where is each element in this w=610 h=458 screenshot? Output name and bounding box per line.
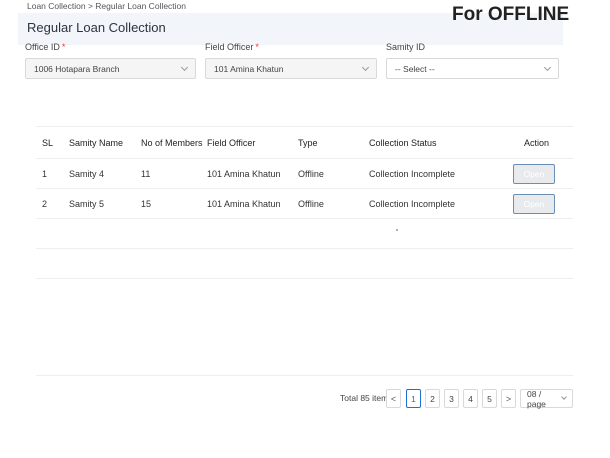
empty-row — [36, 249, 573, 279]
samity-id-label: Samity ID — [386, 42, 425, 52]
cell-samity-name: Samity 5 — [69, 198, 105, 209]
next-page-button[interactable]: > — [501, 389, 516, 408]
office-id-label-text: Office ID — [25, 42, 60, 52]
page-1-button[interactable]: 1 — [406, 389, 421, 408]
cell-collection-status: Collection Incomplete — [369, 168, 456, 179]
page-4-button[interactable]: 4 — [463, 389, 478, 408]
chevron-down-icon — [180, 63, 189, 71]
office-id-select[interactable]: 1006 Hotapara Branch — [25, 58, 196, 79]
samity-id-label-text: Samity ID — [386, 42, 426, 52]
mode-banner: For OFFLINE — [452, 4, 570, 25]
header-samity-name: Samity Name — [69, 137, 124, 148]
header-action: Action — [524, 137, 550, 148]
cell-field-officer: 101 Amina Khatun — [207, 198, 281, 209]
office-id-label: Office ID * — [25, 42, 65, 52]
cell-sl: 1 — [42, 168, 48, 179]
open-button[interactable]: Open — [513, 193, 555, 214]
page-size-select[interactable]: 08 / page — [520, 388, 573, 409]
field-officer-label: Field Officer * — [205, 42, 259, 52]
field-officer-value: 101 Amina Khatun — [214, 63, 284, 74]
samity-id-select[interactable]: -- Select -- — [386, 58, 559, 79]
table-row: 1 Samity 4 11 101 Amina Khatun Offline C… — [36, 159, 573, 189]
header-field-officer: Field Officer — [207, 137, 256, 148]
breadcrumb: Loan Collection > Regular Loan Collectio… — [27, 1, 187, 11]
samity-table: SL Samity Name No of Members Field Offic… — [36, 126, 573, 279]
chevron-down-icon — [361, 63, 370, 71]
chevron-down-icon — [543, 63, 552, 71]
cell-type: Offline — [298, 198, 324, 209]
cell-collection-status: Collection Incomplete — [369, 198, 456, 209]
cell-type: Offline — [298, 168, 324, 179]
page-title: Regular Loan Collection — [27, 20, 166, 35]
header-sl: SL — [42, 137, 54, 148]
total-items: Total 85 items — [340, 393, 393, 403]
dot-mark — [396, 229, 398, 231]
page-3-button[interactable]: 3 — [444, 389, 459, 408]
page-size-value: 08 / page — [527, 388, 546, 409]
prev-page-button[interactable]: < — [386, 389, 401, 408]
header-members: No of Members — [141, 137, 203, 148]
table-header: SL Samity Name No of Members Field Offic… — [36, 126, 573, 159]
open-button[interactable]: Open — [513, 163, 555, 184]
table-row: 2 Samity 5 15 101 Amina Khatun Offline C… — [36, 189, 573, 219]
page-2-button[interactable]: 2 — [425, 389, 440, 408]
cell-members: 15 — [141, 198, 152, 209]
office-id-value: 1006 Hotapara Branch — [34, 63, 120, 74]
header-type: Type — [298, 137, 318, 148]
empty-row — [36, 219, 573, 249]
required-mark: * — [255, 42, 259, 52]
cell-field-officer: 101 Amina Khatun — [207, 168, 281, 179]
page-5-button[interactable]: 5 — [482, 389, 497, 408]
header-collection-status: Collection Status — [369, 137, 437, 148]
field-officer-select[interactable]: 101 Amina Khatun — [205, 58, 377, 79]
cell-sl: 2 — [42, 198, 48, 209]
footer-divider — [36, 375, 573, 376]
samity-id-value: -- Select -- — [395, 63, 435, 74]
cell-samity-name: Samity 4 — [69, 168, 105, 179]
chevron-down-icon — [561, 394, 567, 400]
cell-members: 11 — [141, 168, 151, 179]
field-officer-label-text: Field Officer — [205, 42, 254, 52]
required-mark: * — [61, 42, 66, 52]
